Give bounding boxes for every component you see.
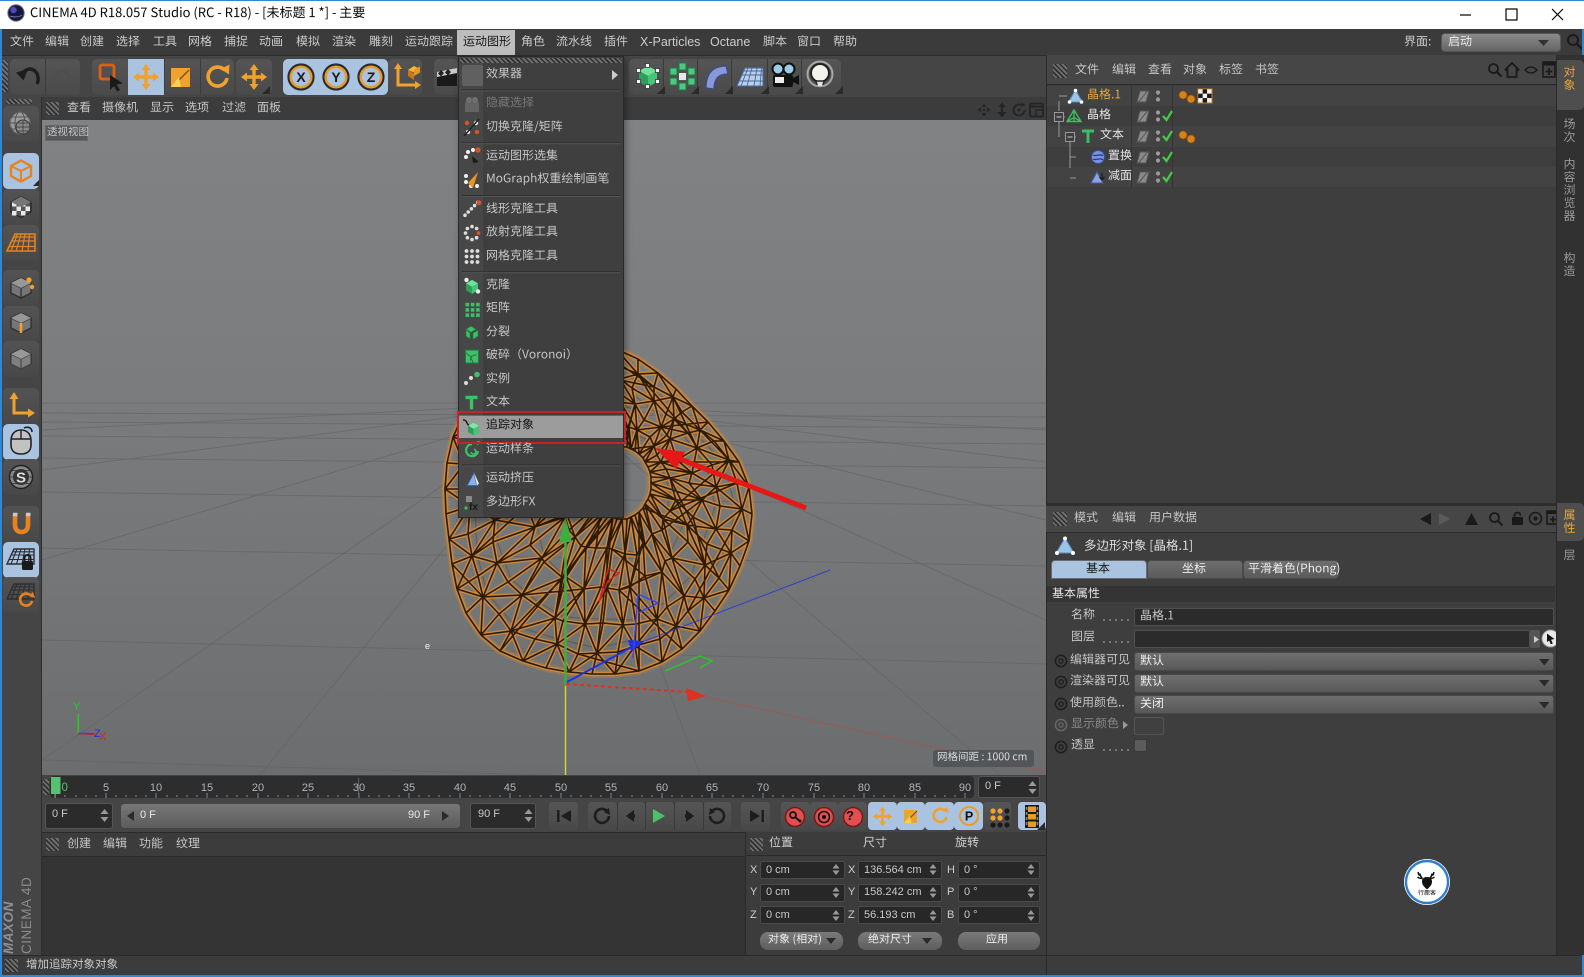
svg-text:60: 60 [656,782,668,794]
svg-text:S: S [16,470,26,487]
svg-text:X: X [296,69,306,85]
svg-text:e: e [425,641,430,651]
svg-text:70: 70 [757,782,769,794]
svg-text:65: 65 [706,782,718,794]
svg-text:P: P [965,810,973,824]
svg-text:85: 85 [909,782,921,794]
svg-text:5: 5 [103,782,109,794]
svg-text:25: 25 [302,782,314,794]
svg-text:X: X [99,731,107,743]
svg-text:80: 80 [858,782,870,794]
svg-text:35: 35 [403,782,415,794]
svg-text:Y: Y [73,701,81,713]
svg-text:75: 75 [808,782,820,794]
svg-text:10: 10 [150,782,162,794]
svg-text:fx: fx [469,502,478,513]
svg-text:90: 90 [959,782,971,794]
svg-text:20: 20 [252,782,264,794]
svg-text:Z: Z [366,69,375,85]
svg-text:15: 15 [201,782,213,794]
svg-text:0: 0 [62,782,68,794]
svg-text:Y: Y [331,69,341,85]
